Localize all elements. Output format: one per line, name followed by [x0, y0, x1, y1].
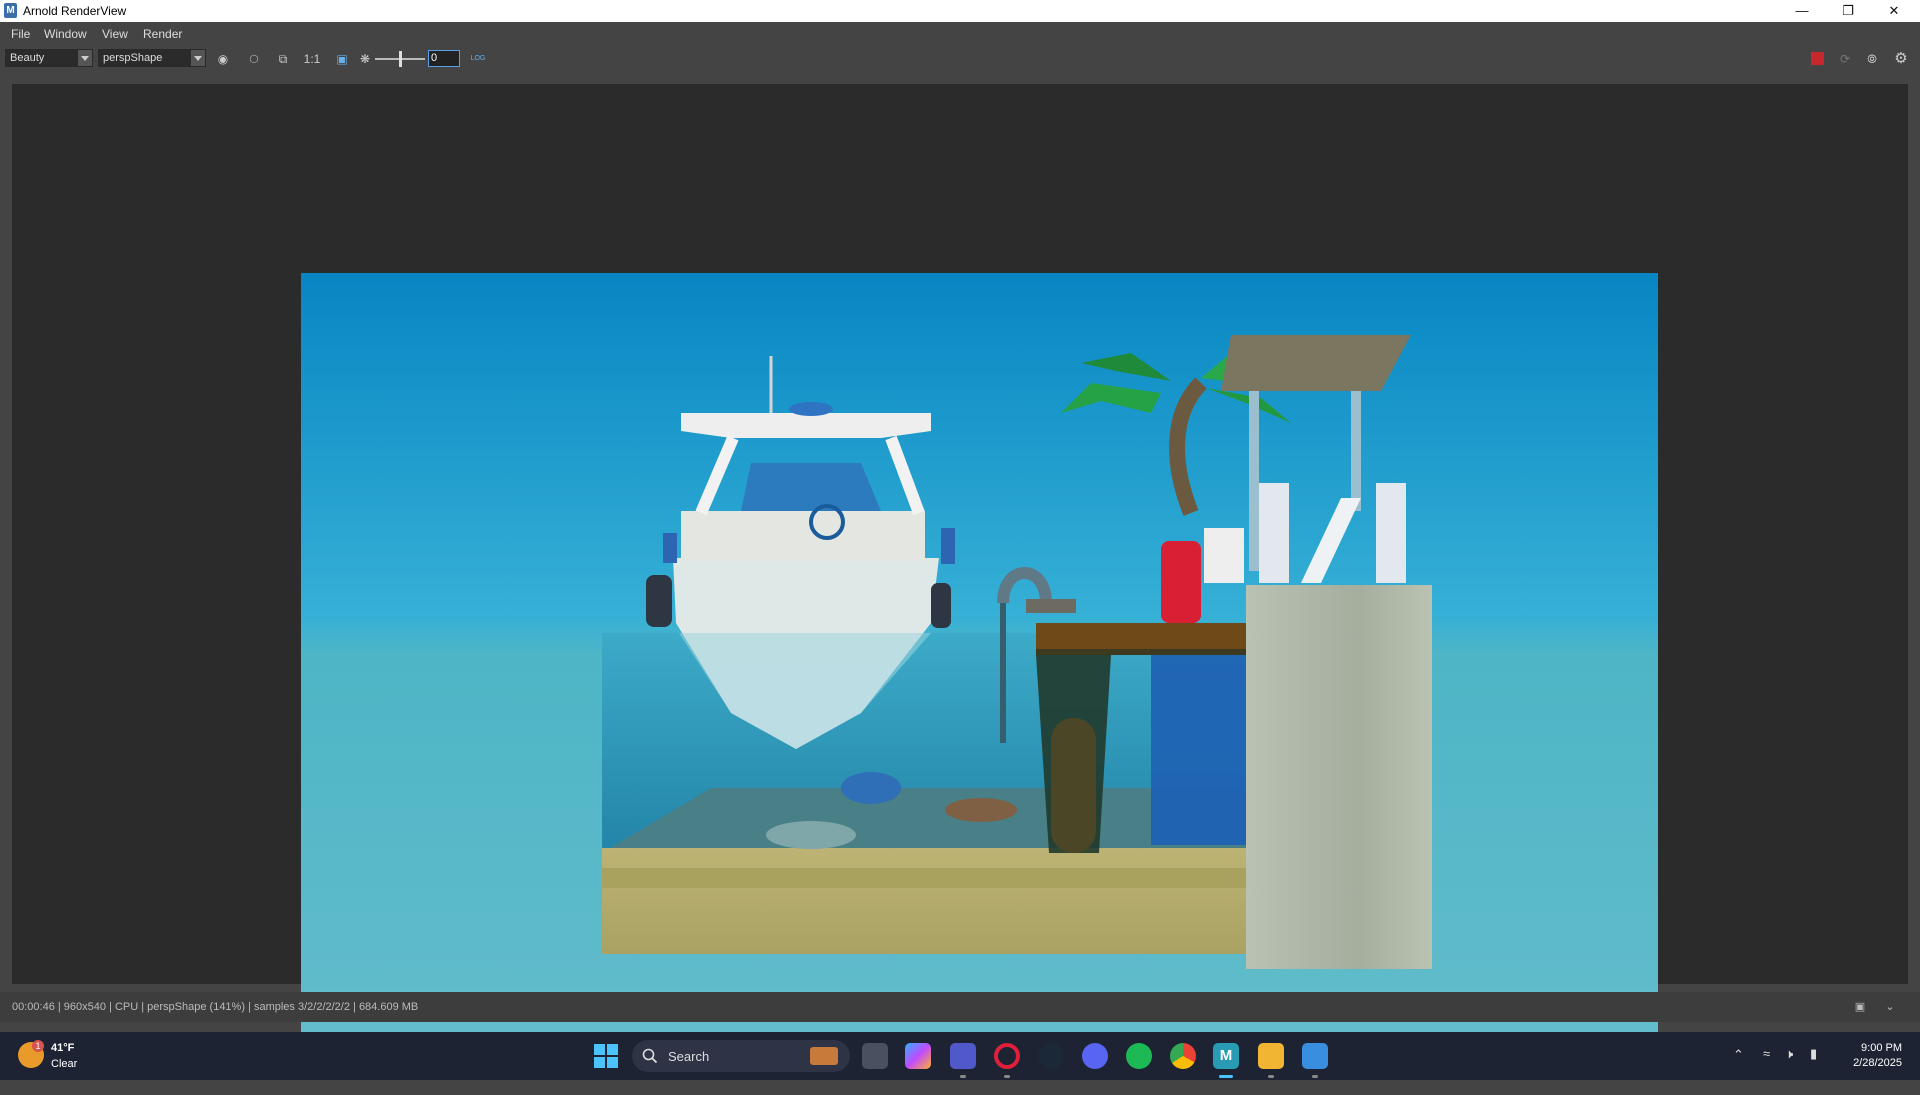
maya-active-indicator	[1219, 1075, 1233, 1078]
copilot-icon[interactable]	[905, 1043, 931, 1069]
steam-icon[interactable]	[1038, 1043, 1064, 1069]
render-status-text: 00:00:46 | 960x540 | CPU | perspShape (1…	[12, 1001, 419, 1013]
display-channels-icon[interactable]: ◉	[214, 50, 232, 68]
log-toggle-button[interactable]: LOG	[469, 50, 487, 68]
discord-icon[interactable]	[1082, 1043, 1108, 1069]
snipping-running-indicator	[1312, 1075, 1318, 1078]
chevron-up-icon[interactable]: ⌃	[1733, 1047, 1744, 1095]
menu-file[interactable]: File	[11, 27, 30, 41]
rgb-channel-icon[interactable]: ◯	[245, 50, 263, 68]
chevron-down-icon	[78, 50, 92, 66]
clock-time: 9:00 PM	[1861, 1042, 1902, 1054]
render-viewport[interactable]	[12, 84, 1908, 1036]
aov-dropdown[interactable]: Beauty	[5, 49, 93, 67]
opera-icon[interactable]	[994, 1043, 1020, 1069]
frame-all-icon[interactable]: ▣	[333, 50, 351, 68]
taskbar-search[interactable]: Search	[632, 1040, 850, 1072]
stop-icon	[1810, 52, 1824, 65]
search-placeholder: Search	[668, 1049, 710, 1064]
status-bar: 00:00:46 | 960x540 | CPU | perspShape (1…	[0, 992, 1920, 1022]
battery-icon[interactable]: ▮	[1810, 1046, 1817, 1094]
menu-window[interactable]: Window	[44, 27, 87, 41]
gear-icon[interactable]: ⚙	[1892, 50, 1910, 68]
wifi-icon[interactable]: ≈	[1763, 1046, 1770, 1094]
chrome-icon[interactable]	[1170, 1043, 1196, 1069]
maya-taskbar-icon[interactable]: M	[1213, 1043, 1239, 1069]
explorer-running-indicator	[1268, 1075, 1274, 1078]
windows-taskbar: 1 41°F Clear Search M ⌃ ≈ 🕨 ▮ 9:00 PM 2/…	[0, 1032, 1920, 1080]
weather-condition: Clear	[51, 1058, 78, 1070]
clock-date: 2/28/2025	[1853, 1057, 1902, 1069]
teams-running-indicator	[960, 1075, 966, 1078]
exposure-icon[interactable]: ❋	[356, 50, 374, 68]
window-title: Arnold RenderView	[23, 4, 127, 18]
opera-running-indicator	[1004, 1075, 1010, 1078]
search-highlight-icon	[810, 1047, 838, 1065]
restore-button[interactable]: ❐	[1826, 0, 1870, 22]
taskbar-clock[interactable]: 9:00 PM 2/28/2025	[1853, 1041, 1902, 1071]
weather-widget[interactable]: 1 41°F Clear	[18, 1038, 128, 1074]
start-button[interactable]	[594, 1044, 618, 1068]
chevron-down-icon	[191, 50, 205, 66]
snapshot-icon[interactable]: ▣	[1852, 999, 1868, 1015]
render-toolbar: Beauty perspShape ◉ ◯ ⧉ 1:1 ▣ ❋ 0 LOG ⟳ …	[0, 44, 1920, 74]
menu-bar: File Window View Render	[0, 22, 1920, 44]
maya-app-icon: M	[4, 3, 17, 18]
exposure-slider-handle[interactable]	[399, 51, 402, 67]
volume-icon[interactable]: 🕨	[1785, 1046, 1793, 1094]
stop-render-button[interactable]	[1808, 50, 1826, 68]
camera-value: perspShape	[103, 52, 163, 64]
refresh-render-icon[interactable]: ⟳	[1836, 50, 1854, 68]
notification-badge: 1	[32, 1040, 44, 1052]
aov-value: Beauty	[10, 52, 45, 64]
minimize-button[interactable]: —	[1780, 0, 1824, 22]
menu-view[interactable]: View	[102, 27, 128, 41]
chevron-down-icon[interactable]: ⌄	[1882, 999, 1898, 1015]
weather-temperature: 41°F	[51, 1042, 75, 1054]
menu-render[interactable]: Render	[143, 27, 182, 41]
interactive-render-icon[interactable]: ⦾	[1863, 50, 1881, 68]
close-button[interactable]: ✕	[1872, 0, 1916, 22]
exposure-input[interactable]: 0	[428, 50, 460, 67]
snipping-tool-icon[interactable]	[1302, 1043, 1328, 1069]
teams-icon[interactable]	[950, 1043, 976, 1069]
rendered-scene	[301, 273, 1658, 1036]
spotify-icon[interactable]	[1126, 1043, 1152, 1069]
file-explorer-icon[interactable]	[1258, 1043, 1284, 1069]
one-to-one-button[interactable]: 1:1	[301, 50, 323, 68]
crop-region-icon[interactable]: ⧉	[274, 50, 292, 68]
title-bar: M Arnold RenderView — ❐ ✕	[0, 0, 1920, 22]
search-icon	[642, 1048, 658, 1064]
camera-dropdown[interactable]: perspShape	[98, 49, 206, 67]
render-image	[301, 273, 1658, 1036]
task-view-icon[interactable]	[862, 1043, 888, 1069]
